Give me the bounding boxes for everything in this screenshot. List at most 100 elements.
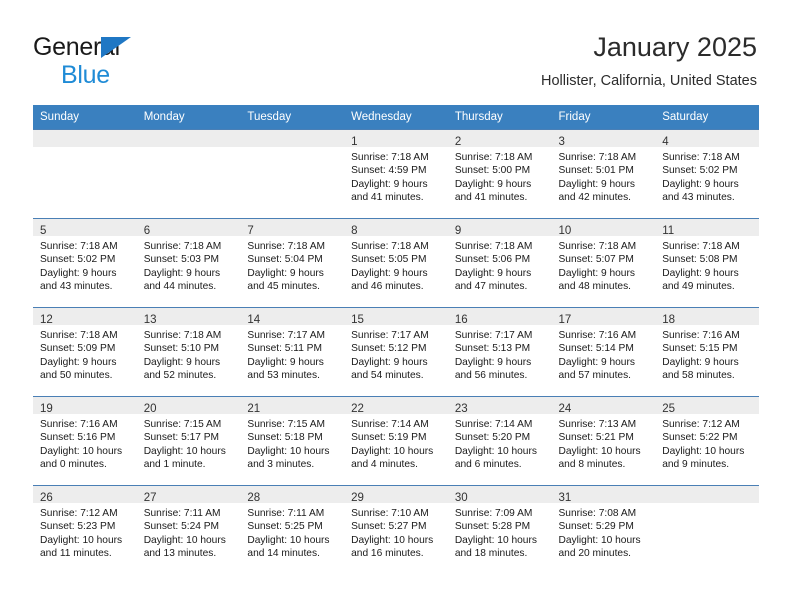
- day-number: 4: [662, 136, 669, 148]
- day-number: 28: [247, 492, 261, 504]
- logo-text-blue: Blue: [61, 61, 110, 89]
- day-number-bar: [240, 130, 345, 147]
- day-cell-inner: 3 Sunrise: 7:18 AM Sunset: 5:01 PM Daylight…: [551, 130, 656, 218]
- day-number-bar: 31: [551, 486, 656, 504]
- calendar-day-cell[interactable]: 13 Sunrise: 7:18 AM Sunset: 5:10 PM Dayligh…: [136, 307, 241, 397]
- daylight-line-continued: and 47 minutes.: [454, 281, 528, 293]
- day-cell-inner: 1 Sunrise: 7:18 AM Sunset: 4:59 PM Daylight…: [344, 130, 448, 218]
- sunrise-line: Sunrise: 7:18 AM: [143, 330, 222, 341]
- calendar-day-cell[interactable]: 10 Sunrise: 7:18 AM Sunset: 5:07 PM Dayligh…: [551, 218, 656, 308]
- daylight-line-continued: and 43 minutes.: [40, 281, 113, 293]
- sunset-line: Sunset: 5:24 PM: [143, 521, 220, 533]
- daylight-line-continued: and 42 minutes.: [558, 192, 632, 204]
- sunrise-line: Sunrise: 7:11 AM: [143, 508, 221, 519]
- calendar-day-cell[interactable]: 15 Sunrise: 7:17 AM Sunset: 5:12 PM Dayligh…: [344, 307, 448, 397]
- day-cell-details: Sunrise: 7:18 AM Sunset: 5:05 PM Daylight:…: [344, 236, 448, 294]
- day-cell-inner: 10 Sunrise: 7:18 AM Sunset: 5:07 PM Dayligh…: [551, 219, 656, 307]
- daylight-line-continued: and 56 minutes.: [454, 370, 528, 382]
- calendar-day-cell[interactable]: 12 Sunrise: 7:18 AM Sunset: 5:09 PM Dayligh…: [33, 307, 137, 397]
- daylight-line-continued: and 16 minutes.: [351, 548, 424, 560]
- day-number-bar: 20: [136, 397, 241, 415]
- day-number-bar: 9: [447, 219, 552, 237]
- day-number-bar: 19: [33, 397, 137, 415]
- calendar-day-cell[interactable]: 28 Sunrise: 7:11 AM Sunset: 5:25 PM Dayligh…: [240, 485, 345, 574]
- calendar-day-cell[interactable]: 7 Sunrise: 7:18 AM Sunset: 5:04 PM Daylight…: [240, 218, 345, 308]
- day-number-bar: 22: [344, 397, 448, 415]
- sunset-line: Sunset: 5:14 PM: [558, 343, 634, 355]
- day-number: 19: [40, 403, 53, 415]
- calendar-week-row: 12 Sunrise: 7:18 AM Sunset: 5:09 PM Dayligh…: [33, 307, 759, 397]
- generalblue-logo[interactable]: General Blue: [33, 35, 163, 93]
- daylight-line-continued: and 20 minutes.: [558, 548, 632, 560]
- calendar-day-cell[interactable]: 31 Sunrise: 7:08 AM Sunset: 5:29 PM Dayligh…: [551, 485, 656, 574]
- day-number: 9: [454, 225, 462, 237]
- daylight-line-continued: and 1 minute.: [143, 459, 206, 471]
- calendar-day-cell[interactable]: 25 Sunrise: 7:12 AM Sunset: 5:22 PM Dayligh…: [655, 396, 759, 486]
- calendar-day-cell[interactable]: 29 Sunrise: 7:10 AM Sunset: 5:27 PM Dayligh…: [344, 485, 448, 574]
- sunrise-line: Sunrise: 7:16 AM: [662, 330, 740, 341]
- sunrise-line: Sunrise: 7:18 AM: [143, 241, 222, 252]
- sunrise-line: Sunrise: 7:18 AM: [454, 241, 533, 252]
- daylight-line-continued: and 58 minutes.: [662, 370, 735, 382]
- day-number: 22: [351, 403, 364, 415]
- calendar-day-cell[interactable]: 22 Sunrise: 7:14 AM Sunset: 5:19 PM Dayligh…: [344, 396, 448, 486]
- daylight-line: Daylight: 9 hours: [143, 267, 221, 279]
- sunset-line: Sunset: 5:10 PM: [143, 343, 220, 355]
- calendar-day-cell[interactable]: 21 Sunrise: 7:15 AM Sunset: 5:18 PM Dayligh…: [240, 396, 345, 486]
- daylight-line-continued: and 48 minutes.: [558, 281, 632, 293]
- calendar-day-cell[interactable]: 17 Sunrise: 7:16 AM Sunset: 5:14 PM Dayligh…: [551, 307, 656, 397]
- daylight-line: Daylight: 9 hours: [558, 356, 635, 368]
- daylight-line-continued: and 44 minutes.: [143, 281, 217, 293]
- calendar-day-cell[interactable]: 2 Sunrise: 7:18 AM Sunset: 5:00 PM Daylight…: [447, 129, 552, 219]
- day-number-bar: 26: [33, 486, 137, 504]
- calendar-day-cell[interactable]: 8 Sunrise: 7:18 AM Sunset: 5:05 PM Daylight…: [344, 218, 448, 308]
- calendar-day-cell[interactable]: 19 Sunrise: 7:16 AM Sunset: 5:16 PM Dayligh…: [33, 396, 137, 486]
- day-cell-inner: 17 Sunrise: 7:16 AM Sunset: 5:14 PM Dayligh…: [551, 308, 656, 396]
- calendar-day-cell[interactable]: 9 Sunrise: 7:18 AM Sunset: 5:06 PM Daylight…: [447, 218, 552, 308]
- calendar-day-cell[interactable]: 6 Sunrise: 7:18 AM Sunset: 5:03 PM Daylight…: [136, 218, 241, 308]
- day-cell-details: Sunrise: 7:18 AM Sunset: 5:08 PM Daylight:…: [655, 236, 759, 294]
- calendar-day-cell[interactable]: 20 Sunrise: 7:15 AM Sunset: 5:17 PM Dayligh…: [136, 396, 241, 486]
- day-cell-details: Sunrise: 7:17 AM Sunset: 5:12 PM Daylight:…: [344, 325, 448, 383]
- daylight-line-continued: and 3 minutes.: [247, 459, 315, 471]
- sunset-line: Sunset: 5:00 PM: [454, 165, 531, 177]
- calendar-day-cell[interactable]: 30 Sunrise: 7:09 AM Sunset: 5:28 PM Dayligh…: [447, 485, 552, 574]
- day-cell-inner: 26 Sunrise: 7:12 AM Sunset: 5:23 PM Dayligh…: [33, 486, 137, 574]
- calendar-day-cell[interactable]: 4 Sunrise: 7:18 AM Sunset: 5:02 PM Daylight…: [655, 129, 759, 219]
- day-cell-inner: 7 Sunrise: 7:18 AM Sunset: 5:04 PM Daylight…: [240, 219, 345, 307]
- calendar-day-cell[interactable]: 16 Sunrise: 7:17 AM Sunset: 5:13 PM Dayligh…: [447, 307, 552, 397]
- sunset-line: Sunset: 5:22 PM: [662, 432, 738, 444]
- day-number-bar: 12: [33, 308, 137, 326]
- calendar-day-cell[interactable]: 27 Sunrise: 7:11 AM Sunset: 5:24 PM Dayligh…: [136, 485, 241, 574]
- calendar-day-cell[interactable]: 1 Sunrise: 7:18 AM Sunset: 4:59 PM Daylight…: [344, 129, 448, 219]
- day-number-bar: 10: [551, 219, 656, 237]
- daylight-line: Daylight: 10 hours: [662, 445, 745, 457]
- weekday-header-tuesday: Tuesday: [240, 105, 345, 130]
- day-cell-details: Sunrise: 7:17 AM Sunset: 5:13 PM Daylight:…: [448, 325, 552, 383]
- page-header: General Blue January 2025 Hollister, Cal…: [33, 30, 757, 98]
- calendar-day-cell[interactable]: 26 Sunrise: 7:12 AM Sunset: 5:23 PM Dayligh…: [33, 485, 137, 574]
- calendar-day-cell[interactable]: 23 Sunrise: 7:14 AM Sunset: 5:20 PM Dayligh…: [447, 396, 552, 486]
- daylight-line: Daylight: 9 hours: [143, 356, 221, 368]
- sunset-line: Sunset: 5:03 PM: [143, 254, 220, 266]
- calendar-day-cell[interactable]: 3 Sunrise: 7:18 AM Sunset: 5:01 PM Daylight…: [551, 129, 656, 219]
- day-number-bar: 4: [655, 130, 759, 148]
- sunrise-line: Sunrise: 7:11 AM: [247, 508, 325, 519]
- calendar-day-cell[interactable]: 14 Sunrise: 7:17 AM Sunset: 5:11 PM Dayligh…: [240, 307, 345, 397]
- daylight-line: Daylight: 9 hours: [247, 267, 324, 279]
- daylight-line-continued: and 46 minutes.: [351, 281, 424, 293]
- calendar-day-cell[interactable]: 11 Sunrise: 7:18 AM Sunset: 5:08 PM Dayligh…: [655, 218, 759, 308]
- daylight-line-continued: and 9 minutes.: [662, 459, 730, 471]
- calendar-day-cell[interactable]: 18 Sunrise: 7:16 AM Sunset: 5:15 PM Dayligh…: [655, 307, 759, 397]
- weekday-header-thursday: Thursday: [447, 105, 552, 130]
- calendar-day-cell[interactable]: 5 Sunrise: 7:18 AM Sunset: 5:02 PM Daylight…: [33, 218, 137, 308]
- day-number-bar: 8: [344, 219, 448, 237]
- calendar-day-cell[interactable]: 24 Sunrise: 7:13 AM Sunset: 5:21 PM Dayligh…: [551, 396, 656, 486]
- daylight-line-continued: and 13 minutes.: [143, 548, 217, 560]
- daylight-line-continued: and 50 minutes.: [40, 370, 113, 382]
- sunrise-line: Sunrise: 7:18 AM: [454, 152, 533, 163]
- day-cell-details: Sunrise: 7:18 AM Sunset: 5:02 PM Daylight:…: [655, 147, 759, 205]
- day-cell-inner: 31 Sunrise: 7:08 AM Sunset: 5:29 PM Dayligh…: [551, 486, 656, 574]
- day-cell-inner: 28 Sunrise: 7:11 AM Sunset: 5:25 PM Dayligh…: [240, 486, 345, 574]
- daylight-line-continued: and 8 minutes.: [558, 459, 626, 471]
